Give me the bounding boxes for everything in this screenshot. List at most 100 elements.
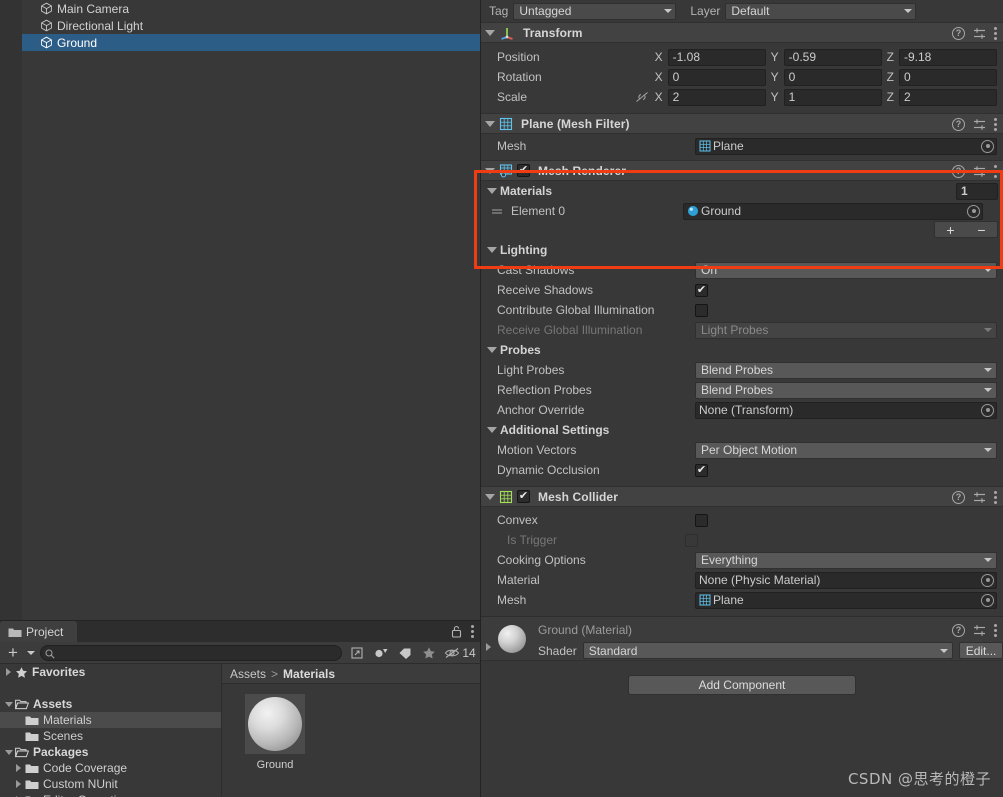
- probes-section-header[interactable]: Probes: [481, 340, 1003, 360]
- foldout-arrow-icon[interactable]: [487, 247, 497, 253]
- rotation-y-field[interactable]: 0: [783, 68, 882, 86]
- preset-settings-icon[interactable]: [973, 491, 986, 504]
- layer-dropdown[interactable]: Default: [725, 2, 917, 20]
- reflection-probes-dropdown[interactable]: Blend Probes: [695, 381, 997, 399]
- more-options-icon[interactable]: [994, 165, 997, 178]
- hierarchy-item-ground[interactable]: Ground: [0, 34, 480, 51]
- search-input[interactable]: [40, 644, 342, 661]
- filter-by-label-icon[interactable]: [394, 644, 416, 662]
- tree-item-packages[interactable]: Packages: [0, 744, 221, 760]
- scale-y-field[interactable]: 1: [783, 88, 882, 106]
- position-x-field[interactable]: -1.08: [667, 48, 766, 66]
- help-icon[interactable]: ?: [952, 165, 965, 178]
- remove-material-button[interactable]: −: [977, 223, 985, 237]
- lighting-section-header[interactable]: Lighting: [481, 240, 1003, 260]
- object-picker-icon[interactable]: [967, 204, 980, 218]
- component-header-mesh-filter[interactable]: Plane (Mesh Filter) ?: [481, 113, 1003, 134]
- light-probes-dropdown[interactable]: Blend Probes: [695, 361, 997, 379]
- object-picker-icon[interactable]: [981, 573, 994, 587]
- help-icon[interactable]: ?: [952, 491, 965, 504]
- foldout-arrow-icon[interactable]: [487, 427, 497, 433]
- preset-settings-icon[interactable]: [973, 624, 986, 637]
- tree-item-custom-nunit[interactable]: Custom NUnit: [0, 776, 221, 792]
- receive-shadows-checkbox[interactable]: [695, 283, 708, 297]
- foldout-arrow-icon[interactable]: [485, 120, 495, 127]
- help-icon[interactable]: ?: [952, 27, 965, 40]
- favorites-star-icon[interactable]: [418, 644, 440, 662]
- shader-dropdown[interactable]: Standard: [582, 642, 953, 659]
- open-in-new-window-icon[interactable]: [346, 644, 368, 662]
- cast-shadows-dropdown[interactable]: On: [695, 261, 997, 279]
- materials-section-header[interactable]: Materials 1: [481, 181, 1003, 201]
- tree-item-materials[interactable]: Materials: [0, 712, 221, 728]
- collider-mesh-field[interactable]: Plane: [695, 591, 997, 609]
- motion-vectors-dropdown[interactable]: Per Object Motion: [695, 441, 997, 459]
- more-options-icon[interactable]: [994, 118, 997, 131]
- create-dropdown-caret[interactable]: [26, 644, 36, 662]
- materials-count-field[interactable]: 1: [956, 182, 998, 200]
- foldout-arrow-icon[interactable]: [485, 29, 495, 36]
- contribute-gi-checkbox[interactable]: [695, 303, 708, 317]
- scale-z-field[interactable]: 2: [899, 88, 997, 106]
- scale-x-field[interactable]: 2: [667, 88, 766, 106]
- tree-item-assets[interactable]: Assets: [0, 696, 221, 712]
- hierarchy-item-main-camera[interactable]: Main Camera: [0, 0, 480, 17]
- expand-arrow-icon[interactable]: [12, 764, 25, 772]
- object-picker-icon[interactable]: [981, 593, 994, 607]
- object-picker-icon[interactable]: [981, 403, 994, 417]
- rotation-z-field[interactable]: 0: [899, 68, 997, 86]
- tag-dropdown[interactable]: Untagged: [513, 2, 677, 20]
- convex-checkbox[interactable]: [695, 513, 708, 527]
- position-z-field[interactable]: -9.18: [899, 48, 997, 66]
- component-header-mesh-renderer[interactable]: Mesh Renderer ?: [481, 160, 1003, 181]
- tree-item-code-coverage[interactable]: Code Coverage: [0, 760, 221, 776]
- filter-by-type-icon[interactable]: [370, 644, 392, 662]
- mesh-object-field[interactable]: Plane: [695, 137, 997, 155]
- tree-item-favorites[interactable]: Favorites: [0, 664, 221, 680]
- object-picker-icon[interactable]: [981, 139, 994, 153]
- more-options-icon[interactable]: [994, 624, 997, 637]
- collapse-arrow-icon[interactable]: [2, 701, 15, 707]
- foldout-arrow-icon[interactable]: [485, 493, 495, 500]
- tree-item-editor-coroutines[interactable]: Editor Coroutines: [0, 792, 221, 797]
- hierarchy-item-directional-light[interactable]: Directional Light: [0, 17, 480, 34]
- anchor-override-field[interactable]: None (Transform): [695, 401, 997, 419]
- add-material-button[interactable]: +: [946, 223, 954, 237]
- mesh-collider-enabled-checkbox[interactable]: [517, 490, 530, 503]
- foldout-arrow-icon[interactable]: [485, 167, 495, 174]
- expand-arrow-icon[interactable]: [12, 780, 25, 788]
- foldout-arrow-icon[interactable]: [487, 188, 497, 194]
- lock-icon[interactable]: [451, 625, 462, 638]
- preset-settings-icon[interactable]: [973, 27, 986, 40]
- additional-settings-header[interactable]: Additional Settings: [481, 420, 1003, 440]
- mesh-renderer-enabled-checkbox[interactable]: [517, 164, 530, 177]
- position-y-field[interactable]: -0.59: [783, 48, 882, 66]
- more-options-icon[interactable]: [994, 27, 997, 40]
- component-header-transform[interactable]: Transform ?: [481, 22, 1003, 43]
- material-element-0-field[interactable]: Ground: [683, 202, 983, 220]
- asset-item-ground[interactable]: Ground: [244, 694, 306, 771]
- breadcrumb-root[interactable]: Assets: [230, 667, 266, 681]
- dynamic-occlusion-checkbox[interactable]: [695, 463, 708, 477]
- hidden-packages-toggle[interactable]: 14: [442, 644, 478, 662]
- rotation-x-field[interactable]: 0: [667, 68, 766, 86]
- preset-settings-icon[interactable]: [973, 118, 986, 131]
- help-icon[interactable]: ?: [952, 624, 965, 637]
- expand-arrow-icon[interactable]: [2, 668, 15, 676]
- tree-item-scenes[interactable]: Scenes: [0, 728, 221, 744]
- reorder-handle-icon[interactable]: [489, 207, 505, 215]
- create-asset-button[interactable]: +: [2, 644, 24, 662]
- cooking-options-dropdown[interactable]: Everything: [695, 551, 997, 569]
- more-options-icon[interactable]: [994, 491, 997, 504]
- component-header-mesh-collider[interactable]: Mesh Collider ?: [481, 486, 1003, 507]
- edit-shader-button[interactable]: Edit...: [958, 642, 1003, 659]
- preset-settings-icon[interactable]: [973, 165, 986, 178]
- add-component-button[interactable]: Add Component: [628, 675, 856, 695]
- collider-material-field[interactable]: None (Physic Material): [695, 571, 997, 589]
- collapse-arrow-icon[interactable]: [2, 749, 15, 755]
- material-preview-foldout-icon[interactable]: [486, 643, 491, 651]
- foldout-arrow-icon[interactable]: [487, 347, 497, 353]
- constrain-proportions-off-icon[interactable]: [635, 91, 649, 103]
- help-icon[interactable]: ?: [952, 118, 965, 131]
- more-options-icon[interactable]: [471, 625, 474, 638]
